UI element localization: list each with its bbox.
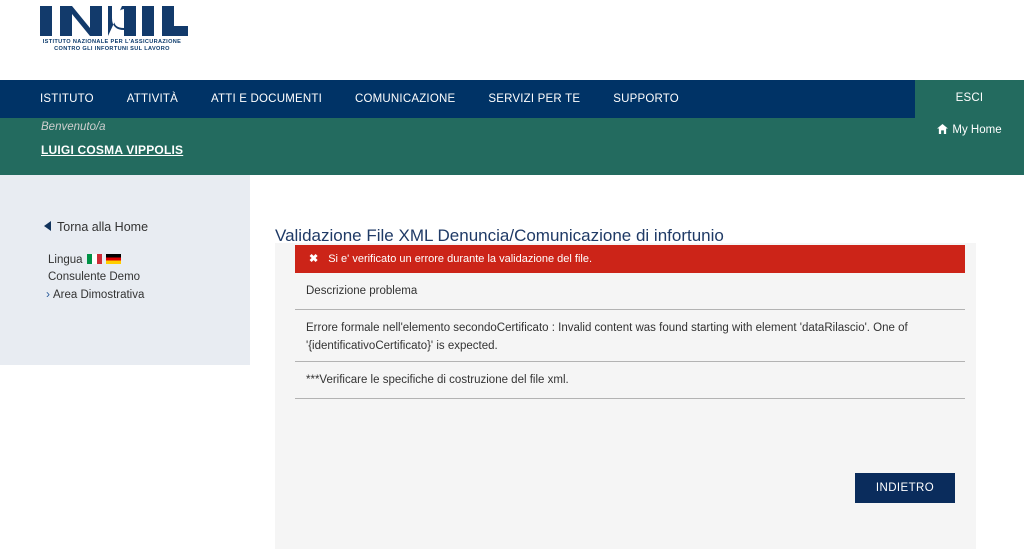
validation-result-panel: ✖ Si e' verificato un errore durante la v… — [275, 243, 976, 549]
nav-item-supporto[interactable]: SUPPORTO — [613, 93, 679, 105]
close-x-icon: ✖ — [309, 253, 319, 265]
home-icon-svg — [937, 124, 949, 134]
my-home-label: My Home — [952, 124, 1002, 136]
nav-item-comunicazione[interactable]: COMUNICAZIONE — [355, 93, 455, 105]
sidebar-consulente-label: Consulente Demo — [48, 271, 141, 283]
page-header: ISTITUTO NAZIONALE PER L'ASSICURAZIONE C… — [0, 0, 1024, 80]
flag-it-icon[interactable] — [86, 254, 102, 264]
chevron-right-icon: › — [46, 287, 50, 301]
language-selector: Lingua — [48, 254, 121, 266]
back-button[interactable]: INDIETRO — [855, 473, 955, 503]
nav-item-servizi-per-te[interactable]: SERVIZI PER TE — [488, 93, 580, 105]
sidebar-item-area-dimostrativa[interactable]: › Area Dimostrativa — [46, 287, 144, 301]
home-icon — [937, 124, 949, 137]
logo-wordmark — [38, 4, 218, 38]
sidebar: Torna alla Home Lingua Consulente Demo ›… — [0, 175, 250, 365]
logo-subtitle-line2: CONTRO GLI INFORTUNI SUL LAVORO — [54, 46, 170, 53]
welcome-username-link[interactable]: LUIGI COSMA VIPPOLIS — [41, 143, 183, 157]
main-content: Validazione File XML Denuncia/Comunicazi… — [250, 175, 1024, 549]
main-navigation: ISTITUTO ATTIVITÀ ATTI E DOCUMENTI COMUN… — [0, 80, 1024, 118]
error-banner: ✖ Si e' verificato un errore durante la v… — [295, 245, 965, 273]
my-home-link[interactable]: My Home — [915, 124, 1024, 137]
welcome-strip: Benvenuto/a LUIGI COSMA VIPPOLIS — [0, 118, 1024, 175]
flag-de-icon[interactable] — [105, 254, 121, 264]
problem-note-text: ***Verificare le specifiche di costruzio… — [295, 362, 965, 399]
nav-item-attivita[interactable]: ATTIVITÀ — [127, 93, 178, 105]
problem-detail-text: Errore formale nell'elemento secondoCert… — [295, 310, 965, 362]
error-banner-message: Si e' verificato un errore durante la va… — [328, 253, 593, 265]
nav-item-atti-e-documenti[interactable]: ATTI E DOCUMENTI — [211, 93, 322, 105]
nav-item-list: ISTITUTO ATTIVITÀ ATTI E DOCUMENTI COMUN… — [0, 80, 1024, 118]
user-panel: ESCI My Home — [915, 80, 1024, 175]
logo-subtitle: ISTITUTO NAZIONALE PER L'ASSICURAZIONE C… — [40, 39, 184, 54]
problem-description-header: Descrizione problema — [295, 273, 965, 310]
welcome-greeting: Benvenuto/a — [41, 121, 106, 133]
lingua-label: Lingua — [48, 254, 83, 266]
logo-subtitle-line1: ISTITUTO NAZIONALE PER L'ASSICURAZIONE — [42, 39, 182, 45]
logout-button[interactable]: ESCI — [915, 80, 1024, 104]
area-dimostrativa-label: Area Dimostrativa — [53, 289, 145, 301]
inail-logo[interactable]: ISTITUTO NAZIONALE PER L'ASSICURAZIONE C… — [38, 4, 218, 54]
logo-inail-svg — [40, 6, 188, 36]
back-home-label: Torna alla Home — [57, 220, 149, 234]
nav-item-istituto[interactable]: ISTITUTO — [40, 93, 94, 105]
sidebar-item-back-home[interactable]: Torna alla Home — [44, 220, 148, 234]
triangle-left-icon — [44, 221, 51, 231]
